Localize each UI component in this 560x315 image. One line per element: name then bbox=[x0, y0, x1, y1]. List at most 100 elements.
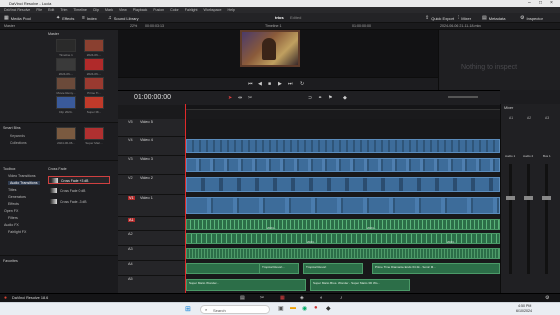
resolve-taskbar-icon[interactable]: ● bbox=[314, 305, 318, 311]
media-pool-button[interactable]: ▦ Media Pool bbox=[4, 15, 31, 21]
video-clip-v1[interactable] bbox=[186, 197, 500, 214]
track-header-v3[interactable]: V3 Video 3 bbox=[118, 156, 185, 175]
taskbar-search[interactable]: ⌕ Search bbox=[200, 305, 270, 314]
effects-category[interactable]: Fairlight FX bbox=[8, 230, 26, 234]
cross-fade-minus3-item[interactable]: Cross Fade -3 dB bbox=[48, 198, 110, 206]
selection-tool-icon[interactable]: ➤ bbox=[228, 95, 232, 101]
timeline-ruler[interactable] bbox=[185, 105, 500, 110]
menu-item[interactable]: Help bbox=[227, 8, 234, 12]
effects-category[interactable]: Open FX bbox=[4, 209, 18, 213]
audio-clip-a1[interactable]: 2024... 2024... bbox=[186, 219, 500, 230]
cross-fade-0-item[interactable]: Cross Fade 0 dB bbox=[48, 187, 110, 195]
track-header-a1[interactable]: A1 bbox=[118, 217, 185, 231]
media-thumbnail[interactable] bbox=[56, 96, 76, 109]
file-explorer-icon[interactable]: ▬ bbox=[290, 305, 296, 311]
flag-icon[interactable]: ⚑ bbox=[328, 95, 332, 101]
index-button[interactable]: ≡ Index bbox=[82, 15, 97, 21]
bin-item[interactable]: Keywords bbox=[10, 134, 25, 138]
effects-category[interactable]: Titles bbox=[8, 188, 16, 192]
menu-item[interactable]: Mark bbox=[105, 8, 113, 12]
menu-item[interactable]: Timeline bbox=[73, 8, 86, 12]
fader-knob[interactable] bbox=[524, 196, 533, 200]
play-reverse-icon[interactable]: ◀ bbox=[258, 81, 262, 87]
app-icon[interactable]: ◆ bbox=[326, 305, 331, 312]
effects-category-selected[interactable]: Audio Transitions bbox=[8, 181, 40, 185]
track-header-a5[interactable]: A5 bbox=[118, 276, 185, 294]
menu-item[interactable]: Color bbox=[170, 8, 179, 12]
audio-clip-a5-1[interactable]: Super Mario Wonder... bbox=[186, 279, 306, 291]
metadata-button[interactable]: ▤ Metadata bbox=[482, 15, 505, 21]
skip-forward-icon[interactable]: ⏭ bbox=[288, 81, 293, 87]
menu-item[interactable]: DaVinci Resolve bbox=[4, 8, 30, 12]
inspector-button[interactable]: ⚙ Inspector bbox=[520, 15, 543, 21]
menu-item[interactable]: File bbox=[36, 8, 42, 12]
track-header-a3[interactable]: A3 bbox=[118, 246, 185, 261]
track-header-v1[interactable]: V1 Video 1 bbox=[118, 195, 185, 217]
settings-icon[interactable]: ⚙ bbox=[545, 295, 549, 301]
trim-tool-icon[interactable]: ⇹ bbox=[238, 95, 242, 101]
playhead[interactable] bbox=[185, 104, 186, 293]
fader-track[interactable] bbox=[527, 164, 530, 274]
timeline-selector[interactable]: Timeline 1 bbox=[265, 24, 281, 28]
task-view-icon[interactable]: ▣ bbox=[278, 305, 284, 312]
menu-item[interactable]: Trim bbox=[60, 8, 67, 12]
media-page-icon[interactable]: ▤ bbox=[240, 295, 245, 301]
play-icon[interactable]: ▶ bbox=[278, 81, 282, 87]
marker-icon[interactable]: ◆ bbox=[343, 95, 347, 101]
video-clip-v3[interactable] bbox=[186, 158, 500, 172]
snapping-icon[interactable]: ⊃ bbox=[308, 95, 312, 101]
media-thumbnail[interactable] bbox=[56, 39, 76, 52]
media-thumbnail[interactable] bbox=[84, 77, 104, 90]
sound-library-button[interactable]: ♫ Sound Library bbox=[108, 15, 139, 21]
audio-clip-a4-1[interactable] bbox=[186, 263, 266, 274]
media-thumbnail[interactable] bbox=[84, 127, 104, 140]
track-header-v4[interactable]: V4 Video 4 bbox=[118, 137, 185, 156]
toolbox-group[interactable]: Toolbox bbox=[3, 167, 15, 171]
video-clip-v4[interactable] bbox=[186, 139, 500, 153]
zoom-level[interactable]: 22% bbox=[130, 24, 137, 28]
track-header-a2[interactable]: A2 bbox=[118, 231, 185, 246]
menu-item[interactable]: Fusion bbox=[153, 8, 164, 12]
fader-knob[interactable] bbox=[542, 196, 551, 200]
start-icon[interactable]: ⊞ bbox=[185, 305, 191, 313]
audio-clip-a4-4[interactable]: Prime Time Diamante Ends 64 2k - Sonic M… bbox=[372, 263, 500, 274]
quick-export-button[interactable]: ⇪ Quick Export bbox=[425, 15, 454, 21]
skip-back-icon[interactable]: ⏮ bbox=[248, 81, 253, 87]
menu-item[interactable]: View bbox=[119, 8, 127, 12]
audio-clip-a2[interactable]: 2024... 2024... bbox=[186, 233, 500, 244]
color-page-icon[interactable]: ◐ bbox=[320, 295, 323, 301]
effects-category[interactable]: Video Transitions bbox=[8, 174, 36, 178]
media-thumbnail[interactable] bbox=[56, 58, 76, 71]
menu-item[interactable]: Workspace bbox=[204, 8, 222, 12]
menu-item[interactable]: Edit bbox=[48, 8, 54, 12]
track-header-v2[interactable]: V2 Video 2 bbox=[118, 175, 185, 195]
maximize-icon[interactable]: □ bbox=[539, 0, 542, 6]
mixer-button[interactable]: ⫶ Mixer bbox=[458, 15, 471, 21]
track-header-a4[interactable]: A4 bbox=[118, 261, 185, 276]
fusion-page-icon[interactable]: ◈ bbox=[300, 295, 304, 301]
audio-clip-a4-3[interactable]: Tropical Resort bbox=[303, 263, 363, 274]
media-thumbnail[interactable] bbox=[56, 77, 76, 90]
effects-category[interactable]: Filters bbox=[8, 216, 18, 220]
media-thumbnail[interactable] bbox=[56, 127, 76, 140]
minimize-icon[interactable]: – bbox=[528, 0, 531, 6]
browser-icon[interactable]: ◉ bbox=[302, 305, 307, 312]
track-header-v5[interactable]: V5 Video 5 bbox=[118, 119, 185, 137]
menu-item[interactable]: Playback bbox=[133, 8, 148, 12]
effects-category[interactable]: Effects bbox=[8, 202, 19, 206]
audio-clip-a4-2[interactable]: Tropical Resort... bbox=[259, 263, 299, 274]
bin-item[interactable]: Collections bbox=[10, 141, 27, 145]
media-thumbnail[interactable] bbox=[84, 39, 104, 52]
zoom-slider[interactable] bbox=[448, 96, 478, 98]
fader-track[interactable] bbox=[509, 164, 512, 274]
cut-page-icon[interactable]: ✂ bbox=[260, 295, 264, 301]
menu-item[interactable]: Clip bbox=[93, 8, 99, 12]
blade-tool-icon[interactable]: ✂ bbox=[248, 95, 252, 101]
effects-category[interactable]: Audio FX bbox=[4, 223, 19, 227]
loop-icon[interactable]: ↻ bbox=[300, 81, 304, 87]
media-thumbnail[interactable] bbox=[84, 58, 104, 71]
stop-icon[interactable]: ■ bbox=[268, 81, 271, 87]
video-clip-v2[interactable] bbox=[186, 177, 500, 192]
edit-page-icon[interactable]: ▦ bbox=[280, 295, 285, 301]
cross-fade-plus3-item[interactable]: Cross Fade +3 dB bbox=[48, 176, 110, 184]
